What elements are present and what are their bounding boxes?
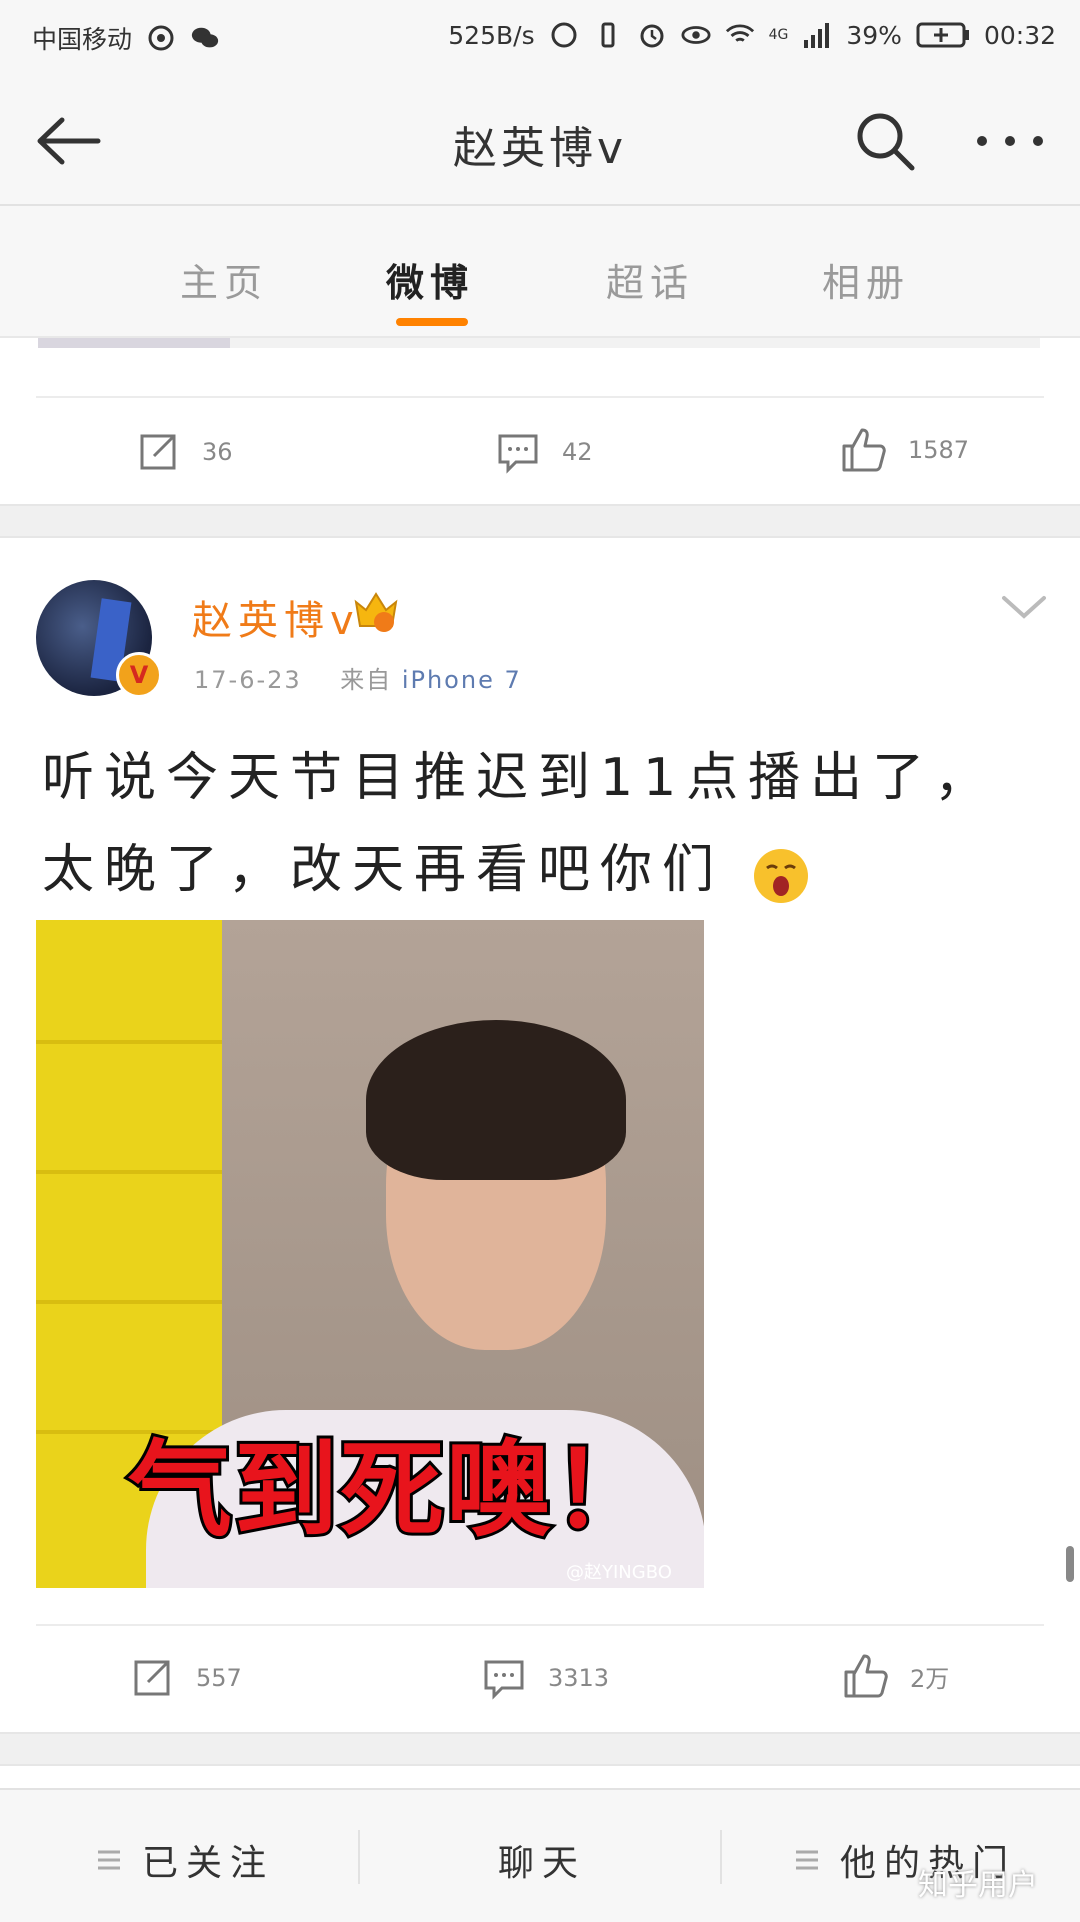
- comment-count: 42: [562, 438, 593, 466]
- post-separator: [0, 1732, 1080, 1766]
- search-button[interactable]: [850, 106, 920, 176]
- comment-icon: [498, 434, 538, 474]
- previous-post-actions: 36 42 1587: [0, 404, 1080, 504]
- like-button[interactable]: 1587: [840, 426, 969, 474]
- comment-button[interactable]: 42: [496, 430, 593, 474]
- scrollbar-thumb[interactable]: [1066, 1546, 1074, 1582]
- divider: [36, 1624, 1044, 1626]
- chat-button[interactable]: 聊天: [498, 1834, 586, 1886]
- post-actions: 557 3313 2万: [0, 1630, 1080, 1730]
- clock: 00:32: [983, 20, 1056, 50]
- profile-tabs: 主页 微博 超话 相册: [0, 206, 1080, 338]
- post-body: 听说今天节目推迟到11点播出了，太晚了，改天再看吧你们: [42, 748, 997, 900]
- menu-icon: [796, 1850, 818, 1870]
- more-button[interactable]: [970, 106, 1050, 176]
- site-watermark: 知乎用户: [918, 1868, 1038, 1903]
- more-dots-icon: [977, 136, 1043, 146]
- divider: [358, 1830, 360, 1884]
- post-source[interactable]: iPhone 7: [402, 666, 522, 694]
- repost-count: 36: [202, 438, 233, 466]
- tab-home[interactable]: 主页: [180, 252, 268, 307]
- previous-post-image[interactable]: [38, 338, 230, 348]
- following-label: 已关注: [142, 1843, 275, 1884]
- tab-album[interactable]: 相册: [822, 252, 910, 307]
- comment-button[interactable]: 3313: [482, 1656, 609, 1700]
- divider: [36, 396, 1044, 398]
- repost-button[interactable]: 36: [136, 430, 233, 474]
- search-icon: [857, 113, 915, 171]
- network-speed: 525B/s: [448, 20, 535, 50]
- repost-icon: [140, 434, 176, 470]
- source-prefix: 来自: [340, 666, 393, 694]
- post-menu-button[interactable]: [998, 588, 1050, 628]
- network-type: 4G: [768, 27, 789, 43]
- previous-post-image-strip: [230, 338, 1040, 348]
- following-button[interactable]: 已关注: [96, 1834, 274, 1886]
- repost-count: 557: [196, 1664, 242, 1692]
- tab-super-topic[interactable]: 超话: [606, 252, 694, 307]
- battery-icon: [916, 20, 970, 50]
- yawn-emoji-icon: [751, 843, 811, 903]
- repost-button[interactable]: 557: [130, 1656, 242, 1700]
- wifi-icon: [725, 20, 755, 50]
- chat-label: 聊天: [498, 1843, 587, 1884]
- carrier-label: 中国移动: [32, 25, 133, 54]
- menu-icon: [98, 1850, 120, 1870]
- repost-icon: [134, 1660, 170, 1696]
- eye-icon: [681, 20, 711, 50]
- nav-bar: 赵英博v: [0, 76, 1080, 206]
- post-meta: 17-6-23 来自 iPhone 7: [194, 660, 522, 695]
- comment-icon: [484, 1660, 524, 1700]
- alarm-icon: [637, 20, 667, 50]
- vibrate-icon: [593, 20, 623, 50]
- wechat-icon: [190, 23, 220, 53]
- verified-badge-icon: V: [116, 652, 162, 698]
- weibo-icon: [146, 23, 176, 53]
- thumbs-up-icon: [844, 1654, 888, 1698]
- battery-percent: 39%: [846, 20, 902, 50]
- divider: [720, 1830, 722, 1884]
- like-button[interactable]: 2万: [842, 1652, 949, 1700]
- image-watermark: @赵YINGBO: [566, 1562, 672, 1583]
- tab-weibo[interactable]: 微博: [386, 252, 474, 307]
- like-count: 2万: [910, 1664, 950, 1693]
- vip-crown-icon[interactable]: [352, 588, 400, 634]
- post-date: 17-6-23: [194, 666, 302, 694]
- comment-count: 3313: [548, 1664, 610, 1692]
- post-text: 听说今天节目推迟到11点播出了，太晚了，改天再看吧你们: [42, 732, 1042, 916]
- status-bar: 中国移动 525B/s 4G 39% 00:32: [0, 0, 1080, 76]
- hd-call-icon: [549, 20, 579, 50]
- image-caption: 气到死噢！: [125, 1426, 659, 1554]
- post-username[interactable]: 赵英博v: [192, 588, 360, 646]
- like-count: 1587: [908, 436, 970, 464]
- post-separator: [0, 504, 1080, 538]
- active-tab-indicator: [396, 318, 468, 326]
- post-image[interactable]: 气到死噢！ @赵YINGBO: [36, 920, 704, 1588]
- chevron-down-icon: [1002, 596, 1046, 619]
- thumbs-up-icon: [842, 428, 886, 472]
- signal-icon: [802, 20, 832, 50]
